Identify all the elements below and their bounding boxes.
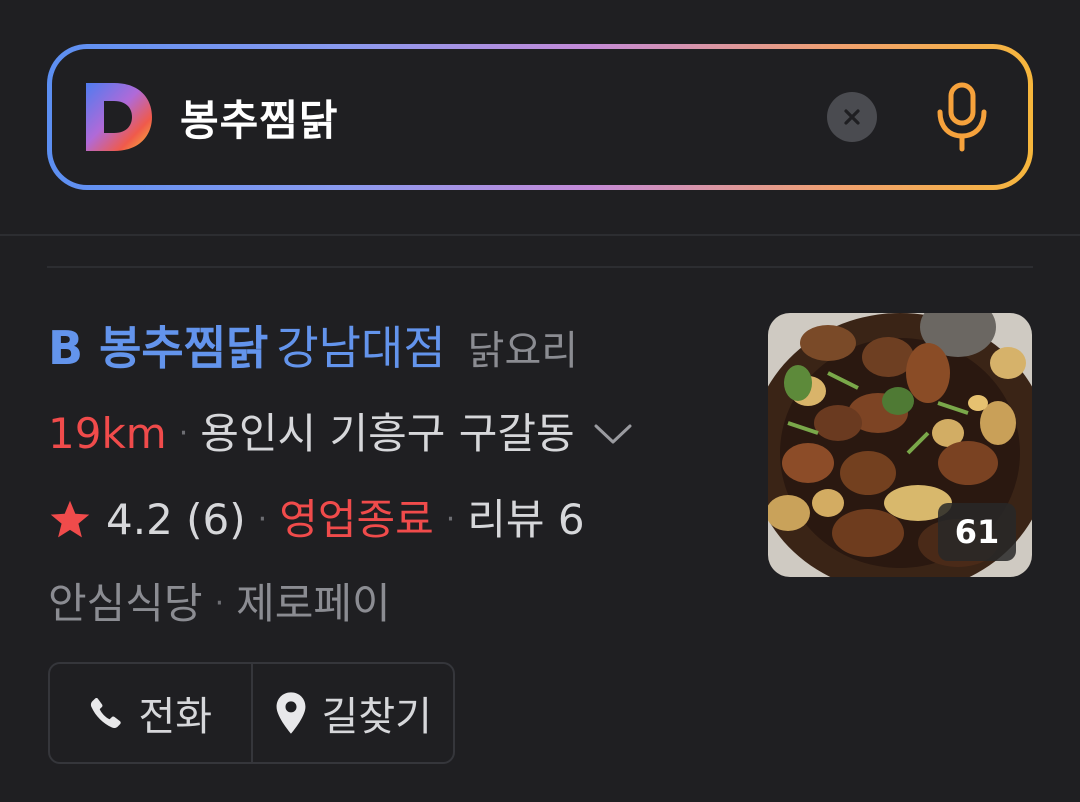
- action-buttons: 전화 길찾기: [48, 662, 455, 764]
- tag-safe-restaurant: 안심식당: [48, 579, 203, 628]
- result-divider: [47, 266, 1033, 268]
- call-button[interactable]: 전화: [50, 664, 251, 762]
- map-pin-icon: [276, 692, 305, 734]
- rating-row: 4.2 (6) · 영업종료 · 리뷰 6: [48, 490, 585, 550]
- separator-dot: ·: [214, 586, 225, 621]
- header-divider: [0, 234, 1080, 236]
- review-count[interactable]: 리뷰 6: [467, 490, 584, 550]
- directions-button[interactable]: 길찾기: [250, 664, 454, 762]
- call-label: 전화: [138, 694, 213, 740]
- rating-value: 4.2 (6): [106, 495, 246, 544]
- place-category: 닭요리: [467, 328, 579, 374]
- separator-dot: ·: [257, 502, 268, 537]
- directions-label: 길찾기: [321, 694, 432, 740]
- place-photo[interactable]: 61: [768, 313, 1032, 577]
- chevron-down-icon[interactable]: [593, 422, 633, 446]
- microphone-icon[interactable]: [932, 82, 992, 152]
- place-title[interactable]: B 봉추찜닭 강남대점 닭요리: [48, 318, 578, 381]
- address: 용인시 기흥구 구갈동: [200, 409, 575, 458]
- close-icon: [844, 109, 860, 125]
- status-badge: 영업종료: [279, 495, 434, 544]
- separator-dot: ·: [178, 416, 189, 451]
- daum-logo-icon: [86, 83, 152, 151]
- place-branch[interactable]: 강남대점: [276, 321, 445, 375]
- separator-dot: ·: [445, 502, 456, 537]
- search-bar[interactable]: 봉추찜닭: [47, 44, 1033, 190]
- address-row[interactable]: 19km · 용인시 기흥구 구갈동: [48, 404, 633, 464]
- star-icon: [50, 500, 90, 538]
- place-name[interactable]: B 봉추찜닭: [48, 321, 268, 375]
- photo-count-badge: 61: [938, 503, 1016, 561]
- clear-button[interactable]: [827, 92, 877, 142]
- phone-icon: [91, 698, 122, 729]
- tags-row: 안심식당 · 제로페이: [48, 574, 391, 634]
- distance: 19km: [48, 409, 167, 458]
- search-input[interactable]: 봉추찜닭: [180, 87, 339, 148]
- tag-zeropay: 제로페이: [236, 579, 391, 628]
